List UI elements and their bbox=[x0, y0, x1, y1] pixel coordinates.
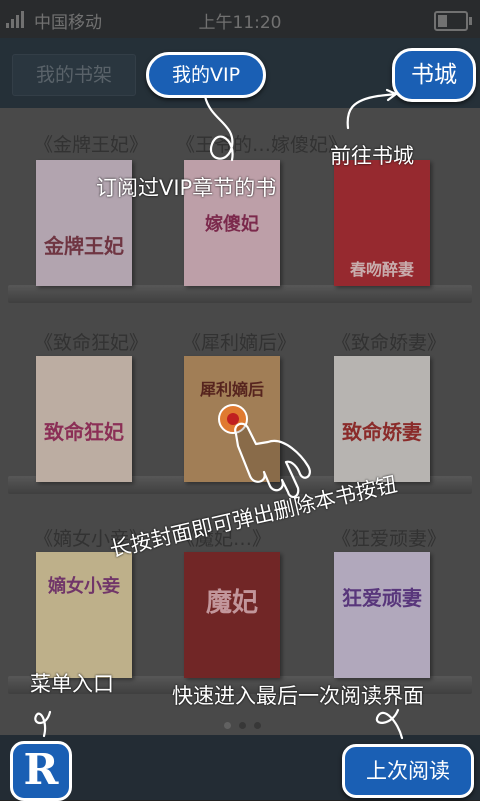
bookshelf-app: 中国移动 上午11:20 我的书架 《金牌王妃》 《王爷的…嫁傻妃》 金牌王妃 … bbox=[0, 0, 480, 801]
hand-pointer-icon bbox=[218, 404, 311, 498]
annotation-arrows bbox=[34, 88, 404, 740]
